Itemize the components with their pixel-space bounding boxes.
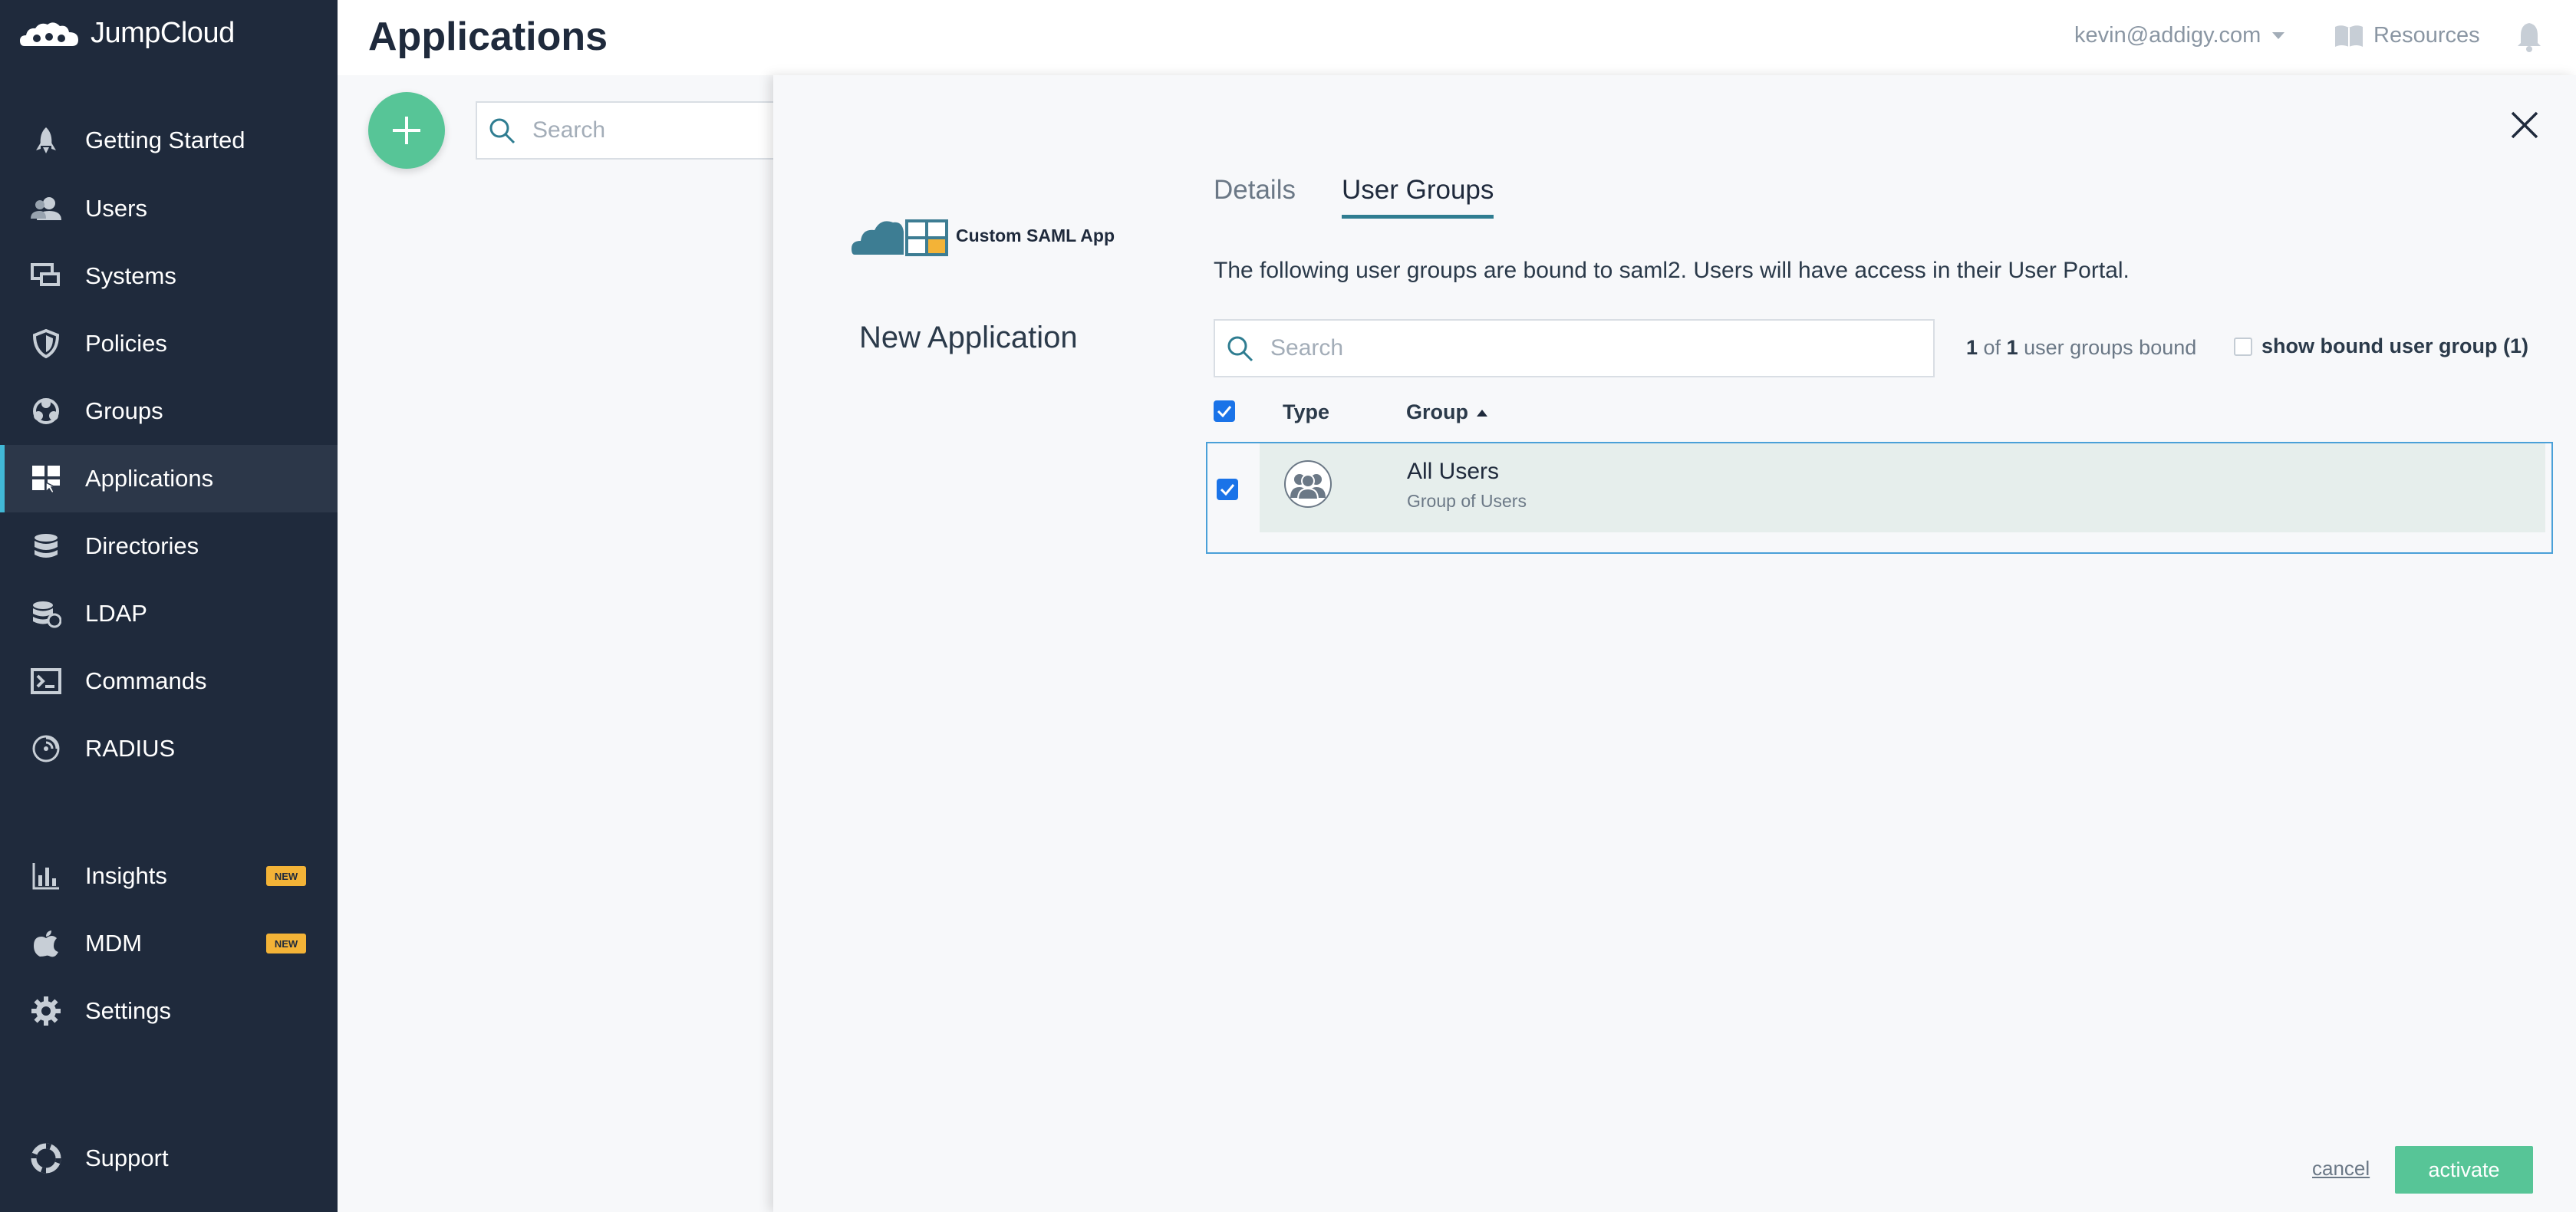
cancel-link[interactable]: cancel [2312, 1157, 2370, 1181]
bell-icon[interactable] [2516, 21, 2542, 56]
activate-button[interactable]: activate [2395, 1146, 2533, 1194]
add-application-button[interactable] [368, 92, 445, 169]
column-header-group[interactable]: Group [1406, 400, 1488, 424]
sidebar-item-label: Insights [85, 862, 167, 889]
cloud-logo-icon [20, 21, 78, 46]
bound-count: 1 of 1 user groups bound [1966, 336, 2196, 360]
bound-count-total: 1 [2006, 336, 2018, 359]
tab-user-groups[interactable]: User Groups [1341, 175, 1494, 219]
sidebar-item-label: LDAP [85, 600, 147, 627]
sidebar: JumpCloud Getting Started Users Systems … [0, 0, 338, 1212]
sidebar-item-settings[interactable]: Settings [0, 977, 338, 1045]
shield-icon [29, 327, 63, 361]
show-bound-checkbox[interactable] [2234, 337, 2252, 356]
select-all-checkbox[interactable] [1214, 400, 1235, 422]
sidebar-item-systems[interactable]: Systems [0, 242, 338, 310]
sidebar-item-radius[interactable]: RADIUS [0, 715, 338, 782]
group-name: All Users [1407, 459, 1500, 484]
search-icon [1227, 336, 1253, 362]
ldap-icon [29, 597, 63, 631]
book-icon [2335, 25, 2363, 47]
sidebar-item-label: Applications [85, 465, 214, 492]
sidebar-item-ldap[interactable]: LDAP [0, 580, 338, 647]
show-bound-label: show bound user group (1) [2261, 334, 2528, 357]
sidebar-item-label: Settings [85, 997, 172, 1024]
jumpcloud-logo[interactable]: JumpCloud [18, 17, 235, 50]
apple-icon [29, 927, 63, 960]
resources-link[interactable]: Resources [2334, 23, 2480, 48]
show-bound-toggle[interactable]: show bound user group (1) [2234, 334, 2528, 358]
applications-icon [29, 462, 63, 496]
user-email: kevin@addigy.com [2074, 23, 2261, 48]
new-badge: NEW [266, 934, 306, 953]
bound-count-of: of [1978, 336, 2007, 359]
bindings-description: The following user groups are bound to s… [1214, 258, 2130, 283]
terminal-icon [29, 664, 63, 698]
sidebar-item-label: Users [85, 195, 147, 222]
sidebar-item-groups[interactable]: Groups [0, 377, 338, 445]
sidebar-item-directories[interactable]: Directories [0, 512, 338, 580]
sidebar-item-label: Groups [85, 397, 163, 424]
rocket-icon [29, 124, 63, 157]
new-badge: NEW [266, 866, 306, 886]
sort-ascending-icon [1477, 409, 1487, 417]
column-header-type: Type [1283, 400, 1330, 423]
row-checkbox[interactable] [1217, 479, 1238, 500]
page-title: Applications [368, 15, 608, 59]
close-button[interactable] [2505, 106, 2544, 144]
sidebar-item-mdm[interactable]: MDM NEW [0, 910, 338, 977]
tab-details[interactable]: Details [1214, 175, 1296, 219]
sidebar-item-label: RADIUS [85, 735, 176, 762]
users-icon [29, 192, 63, 226]
sidebar-item-label: Policies [85, 330, 167, 357]
group-type: Group of Users [1407, 491, 1527, 511]
sidebar-item-applications[interactable]: Applications [0, 445, 338, 512]
gear-icon [29, 994, 63, 1028]
search-placeholder: Search [532, 117, 606, 143]
group-search-field[interactable] [1214, 319, 1935, 377]
user-menu[interactable]: kevin@addigy.com [2074, 23, 2285, 48]
resources-label: Resources [2373, 23, 2480, 48]
row-content: All Users Group of Users [1260, 443, 2545, 532]
search-icon [489, 118, 516, 144]
saml-app-icon [852, 219, 948, 256]
database-icon [29, 529, 63, 563]
systems-icon [29, 259, 63, 293]
new-application-panel: Custom SAML App New Application Details … [773, 75, 2576, 1212]
top-header: Applications kevin@addigy.com Resources [338, 0, 2576, 75]
bar-chart-icon [29, 859, 63, 893]
user-group-icon [1284, 460, 1332, 508]
groups-icon [29, 394, 63, 428]
plus-icon [393, 117, 420, 144]
sidebar-item-label: Commands [85, 667, 207, 694]
sidebar-item-insights[interactable]: Insights NEW [0, 842, 338, 910]
sidebar-item-label: Support [85, 1144, 169, 1171]
check-icon [1220, 484, 1235, 496]
panel-tabs: Details User Groups [1214, 175, 1494, 219]
bound-count-number: 1 [1966, 336, 1978, 359]
sidebar-item-label: Systems [85, 262, 176, 289]
group-search-input[interactable] [1270, 335, 1899, 361]
check-icon [1217, 406, 1232, 417]
brand-name: JumpCloud [91, 17, 235, 49]
sidebar-item-commands[interactable]: Commands [0, 647, 338, 715]
sidebar-item-label: Getting Started [85, 127, 245, 153]
app-logo-label: Custom SAML App [956, 225, 1115, 245]
custom-saml-app-logo: Custom SAML App [852, 215, 1115, 256]
sidebar-item-users[interactable]: Users [0, 175, 338, 242]
panel-heading: New Application [859, 321, 1078, 354]
bound-count-suffix: user groups bound [2018, 336, 2197, 359]
column-header-group-label: Group [1406, 400, 1468, 423]
sidebar-item-label: MDM [85, 930, 143, 957]
close-icon [2511, 111, 2538, 139]
lifebuoy-icon [29, 1141, 63, 1175]
sidebar-item-label: Directories [85, 532, 199, 559]
applications-search-input[interactable]: Search [476, 101, 782, 160]
sidebar-item-getting-started[interactable]: Getting Started [0, 107, 338, 174]
radius-icon [29, 732, 63, 766]
caret-down-icon [2272, 31, 2285, 39]
table-row[interactable]: All Users Group of Users [1206, 442, 2553, 554]
sidebar-item-support[interactable]: Support [0, 1125, 338, 1192]
sidebar-item-policies[interactable]: Policies [0, 310, 338, 377]
